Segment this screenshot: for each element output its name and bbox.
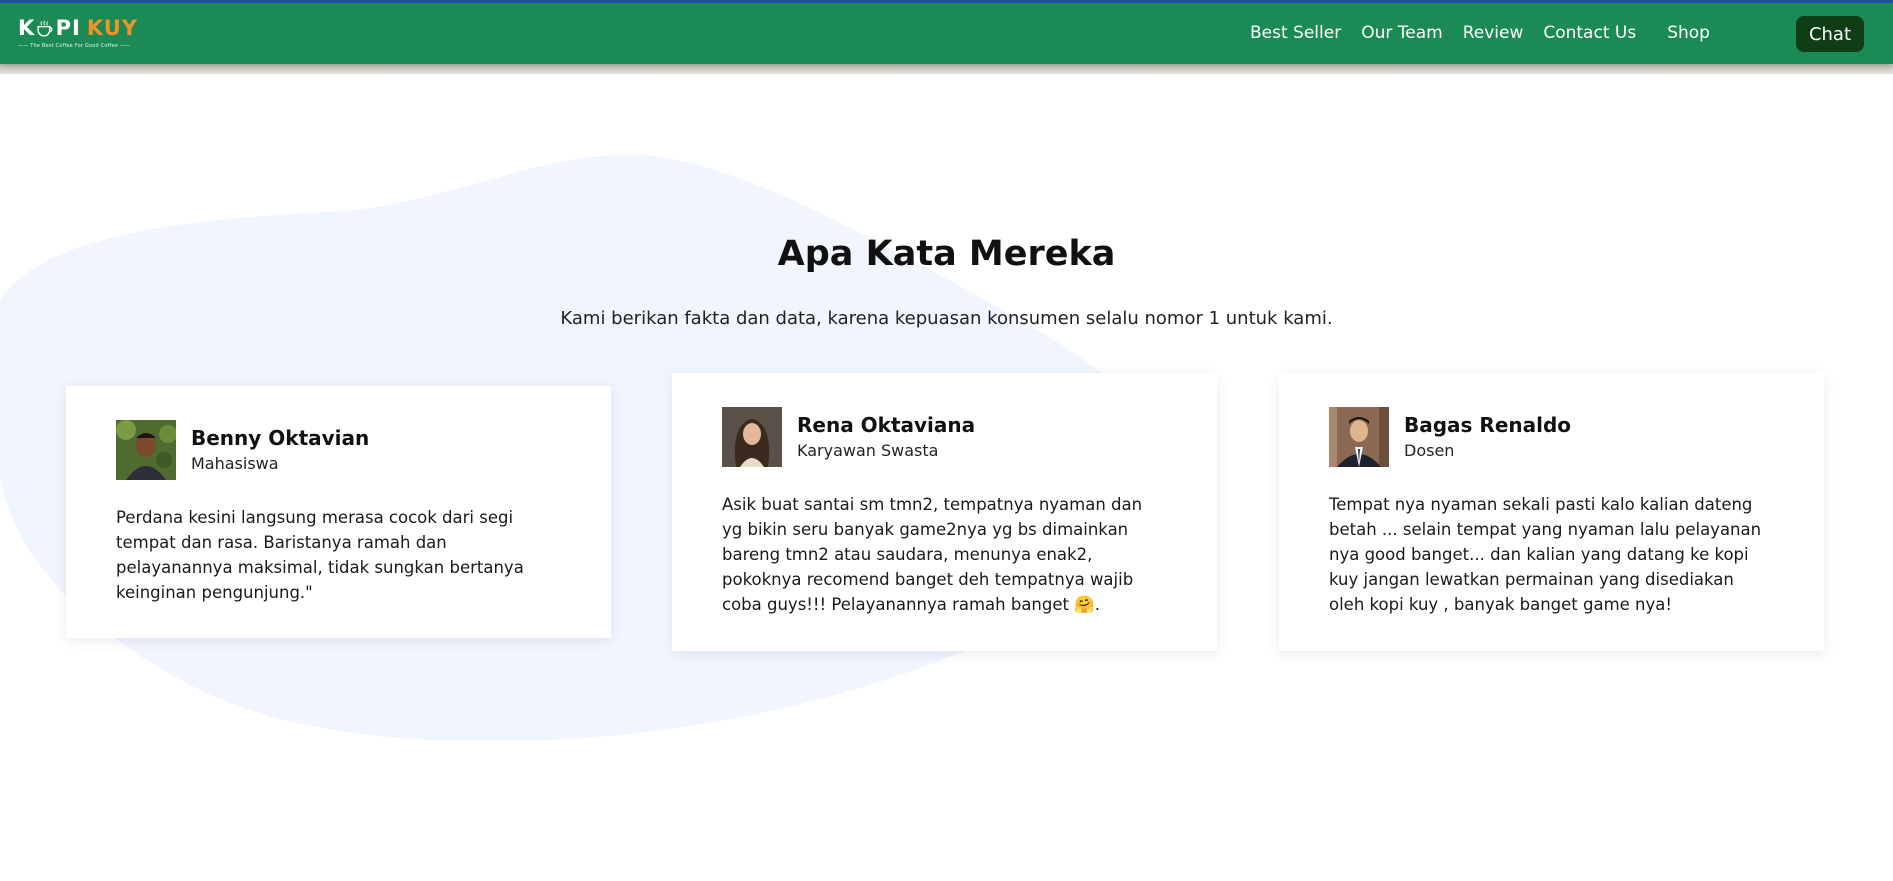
- testimonial-card: Rena Oktaviana Karyawan Swasta Asik buat…: [672, 373, 1217, 651]
- person-name: Rena Oktaviana: [797, 413, 976, 438]
- person-info: Rena Oktaviana Karyawan Swasta: [797, 413, 975, 460]
- brand-wordmark: K PI KUY: [18, 17, 138, 39]
- navbar-shadow-strip: [0, 64, 1893, 74]
- person-name: Benny Oktavian: [191, 426, 370, 451]
- person-role: Mahasiswa: [191, 454, 279, 474]
- person-name: Bagas Renaldo: [1404, 413, 1572, 438]
- brand-letters-pi: PI: [55, 16, 81, 40]
- nav-link-contact-us[interactable]: Contact Us: [1543, 23, 1636, 43]
- testimonial-header: Bagas Renaldo Dosen: [1329, 407, 1774, 467]
- section-subtitle: Kami berikan fakta dan data, karena kepu…: [560, 308, 1333, 329]
- nav-link-best-seller[interactable]: Best Seller: [1250, 23, 1341, 43]
- testimonial-header: Rena Oktaviana Karyawan Swasta: [722, 407, 1167, 467]
- person-info: Benny Oktavian Mahasiswa: [191, 426, 369, 473]
- testimonial-header: Benny Oktavian Mahasiswa: [116, 420, 561, 480]
- avatar: [1329, 407, 1389, 467]
- brand-letter-k: K: [18, 16, 36, 40]
- man-suit-portrait-avatar-icon: [1329, 407, 1389, 467]
- person-role: Karyawan Swasta: [797, 441, 939, 461]
- man-portrait-avatar-icon: [116, 420, 176, 480]
- nav-link-review[interactable]: Review: [1463, 23, 1524, 43]
- brand-tagline: —— The Best Coffee For Good Coffee ——: [18, 43, 131, 49]
- nav-links: Best Seller Our Team Review Contact Us S…: [1250, 23, 1710, 43]
- coffee-cup-icon: [37, 20, 53, 37]
- nav-link-shop[interactable]: Shop: [1667, 23, 1710, 43]
- woman-portrait-avatar-icon: [722, 407, 782, 467]
- navbar: K PI KUY —— The Best Coffee For Good Cof…: [0, 0, 1893, 64]
- person-info: Bagas Renaldo Dosen: [1404, 413, 1571, 460]
- nav-link-our-team[interactable]: Our Team: [1361, 23, 1442, 43]
- chat-button[interactable]: Chat: [1796, 16, 1864, 52]
- brand-letters-kuy: KUY: [86, 16, 138, 40]
- avatar: [722, 407, 782, 467]
- testimonial-card: Bagas Renaldo Dosen Tempat nya nyaman se…: [1279, 373, 1824, 651]
- testimonial-quote: Tempat nya nyaman sekali pasti kalo kali…: [1329, 495, 1762, 614]
- testimonial-quote: Perdana kesini langsung merasa cocok dar…: [116, 508, 524, 602]
- person-role: Dosen: [1404, 441, 1455, 461]
- testimonial-quote: Asik buat santai sm tmn2, tempatnya nyam…: [722, 495, 1143, 614]
- testimonial-card: Benny Oktavian Mahasiswa Perdana kesini …: [66, 386, 611, 638]
- brand-logo[interactable]: K PI KUY —— The Best Coffee For Good Cof…: [18, 17, 138, 57]
- section-title: Apa Kata Mereka: [777, 234, 1116, 274]
- avatar: [116, 420, 176, 480]
